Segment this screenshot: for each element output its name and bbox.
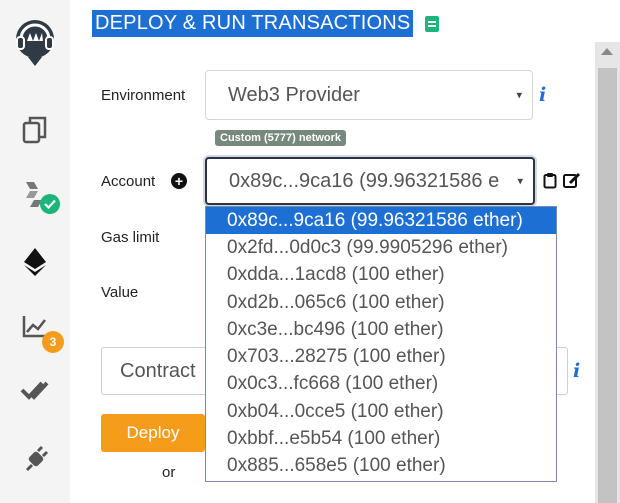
account-tools	[543, 172, 581, 194]
sign-message-edit-icon[interactable]	[563, 172, 581, 194]
documentation-icon[interactable]	[425, 15, 440, 32]
environment-label: Environment	[101, 87, 186, 104]
icon-sidebar: 3	[0, 0, 70, 503]
environment-value: Web3 Provider	[228, 83, 360, 106]
account-option[interactable]: 0xdda...1acd8 (100 ether)	[206, 262, 556, 289]
environment-info-icon[interactable]: i	[539, 84, 546, 106]
scroll-thumb[interactable]	[598, 68, 617, 503]
account-option[interactable]: 0xbbf...e5b54 (100 ether)	[206, 425, 556, 452]
panel-header: DEPLOY & RUN TRANSACTIONS	[92, 10, 440, 37]
copy-clipboard-icon[interactable]	[543, 172, 557, 194]
add-account-icon[interactable]: +	[171, 173, 187, 189]
scroll-up-arrow-icon[interactable]	[601, 48, 613, 55]
contract-value: Contract	[120, 359, 196, 382]
account-option[interactable]: 0x885...658e5 (100 ether)	[206, 453, 556, 480]
account-option[interactable]: 0x703...28275 (100 ether)	[206, 343, 556, 370]
compiled-check-icon	[40, 194, 60, 214]
value-label: Value	[101, 284, 139, 301]
deploy-run-icon[interactable]	[10, 240, 60, 284]
test-double-check-icon[interactable]	[10, 368, 60, 412]
account-dropdown-list: 0x89c...9ca16 (99.96321586 ether) 0x2fd.…	[205, 206, 557, 482]
account-option[interactable]: 0xb04...0cce5 (100 ether)	[206, 398, 556, 425]
deploy-button[interactable]: Deploy	[101, 414, 205, 452]
analysis-count-badge: 3	[42, 331, 64, 353]
chevron-down-icon: ▾	[517, 175, 523, 188]
account-option[interactable]: 0x89c...9ca16 (99.96321586 ether)	[206, 207, 556, 235]
account-value: 0x89c...9ca16 (99.96321586 e	[229, 169, 500, 192]
solidity-compiler-icon[interactable]	[10, 172, 60, 216]
account-option[interactable]: 0x2fd...0d0c3 (99.9905296 ether)	[206, 234, 556, 261]
analysis-chart-icon[interactable]: 3	[10, 305, 64, 353]
file-explorer-icon[interactable]	[10, 108, 60, 152]
panel-title: DEPLOY & RUN TRANSACTIONS	[92, 10, 414, 37]
gas-limit-label: Gas limit	[101, 229, 160, 246]
account-option[interactable]: 0xc3e...bc496 (100 ether)	[206, 316, 556, 343]
or-separator: or	[162, 464, 176, 481]
account-option[interactable]: 0x0c3...fc668 (100 ether)	[206, 371, 556, 398]
environment-select[interactable]: Web3 Provider ▾	[205, 70, 533, 120]
network-badge: Custom (5777) network	[215, 130, 347, 146]
chevron-down-icon: ▾	[516, 89, 522, 102]
plugin-manager-icon[interactable]	[10, 436, 60, 480]
account-select[interactable]: 0x89c...9ca16 (99.96321586 e ▾	[205, 157, 535, 205]
account-option[interactable]: 0xd2b...065c6 (100 ether)	[206, 289, 556, 316]
panel-scrollbar[interactable]	[595, 42, 620, 503]
contract-info-icon[interactable]: i	[573, 360, 580, 382]
account-label: Account	[101, 173, 156, 190]
remix-logo-icon[interactable]	[10, 14, 60, 72]
